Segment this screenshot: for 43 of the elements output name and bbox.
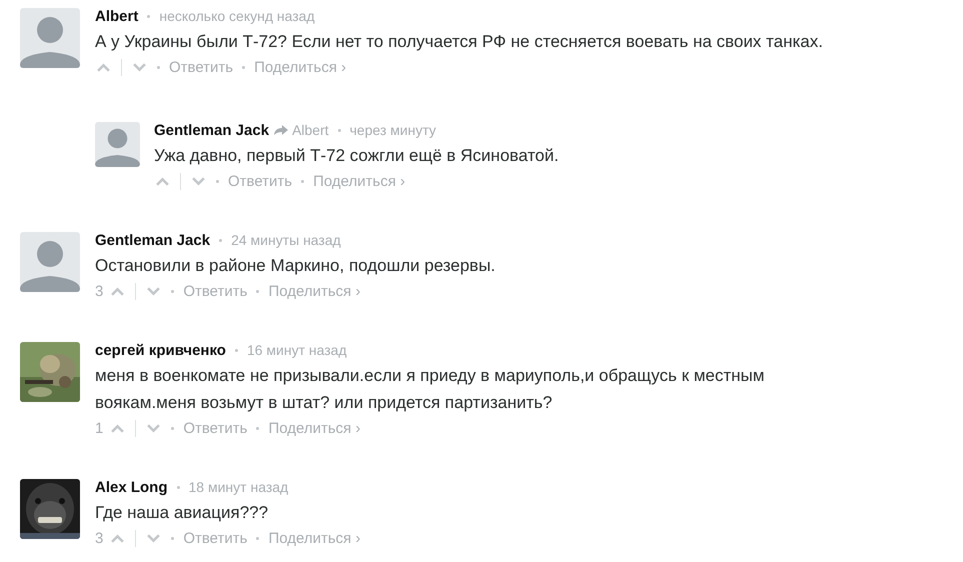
share-link[interactable]: Поделиться › — [254, 58, 346, 76]
upvote-button[interactable] — [109, 422, 126, 434]
author-name[interactable]: Alex Long — [95, 478, 168, 496]
vote-count: 1 — [95, 420, 104, 436]
timestamp[interactable]: 16 минут назад — [246, 342, 347, 358]
reply-arrow-icon — [273, 124, 290, 136]
author-name[interactable]: сергей кривченко — [95, 342, 226, 358]
reply-link[interactable]: Ответить — [183, 530, 248, 546]
reply-to-link[interactable]: Albert — [292, 122, 329, 138]
reply-link[interactable]: Ответить — [183, 420, 248, 436]
author-name[interactable]: Gentleman Jack — [154, 122, 270, 138]
comment-text: меня в военкомате не призывали.если я приеду в мариуполь,и обращусь к местным воякам.меня возьмут в штат? или придется партизанить? — [95, 365, 766, 414]
comment-text: Ужа давно, первый Т-72 сожгли ещё в Ясиноватой. — [154, 145, 559, 167]
downvote-button[interactable] — [145, 532, 162, 544]
downvote-button[interactable] — [145, 422, 162, 434]
comment-text: Где наша авиация??? — [95, 502, 270, 524]
share-link[interactable]: Поделиться › — [268, 420, 360, 436]
timestamp[interactable]: несколько секунд назад — [159, 8, 315, 24]
downvote-button[interactable] — [131, 60, 148, 74]
author-name[interactable]: Albert — [95, 8, 138, 24]
vote-count: 3 — [95, 282, 104, 300]
timestamp[interactable]: 24 минуты назад — [231, 232, 341, 248]
vote-count: 3 — [95, 530, 104, 546]
reply-link[interactable]: Ответить — [183, 282, 248, 300]
share-link[interactable]: Поделиться › — [313, 172, 406, 190]
timestamp[interactable]: 18 минут назад — [188, 479, 288, 495]
timestamp[interactable]: через минуту — [350, 122, 436, 138]
upvote-button[interactable] — [109, 284, 126, 298]
share-link[interactable]: Поделиться › — [268, 282, 360, 300]
avatar-icon — [20, 232, 80, 292]
comment-text: Остановили в районе Маркино, подошли резервы. — [95, 255, 496, 277]
downvote-button[interactable] — [145, 284, 162, 298]
reply-link[interactable]: Ответить — [228, 172, 292, 190]
share-link[interactable]: Поделиться › — [268, 530, 360, 546]
reply-link[interactable]: Ответить — [169, 58, 234, 76]
upvote-button[interactable] — [154, 174, 171, 188]
comment-text: А у Украины были Т-72? Если нет то получается РФ не стесняется воевать на своих танках. — [95, 31, 823, 53]
upvote-button[interactable] — [109, 532, 126, 544]
avatar-icon — [20, 8, 80, 68]
author-name[interactable]: Gentleman Jack — [95, 232, 210, 248]
upvote-button[interactable] — [95, 60, 112, 74]
downvote-button[interactable] — [190, 174, 207, 188]
avatar-icon — [95, 122, 140, 167]
